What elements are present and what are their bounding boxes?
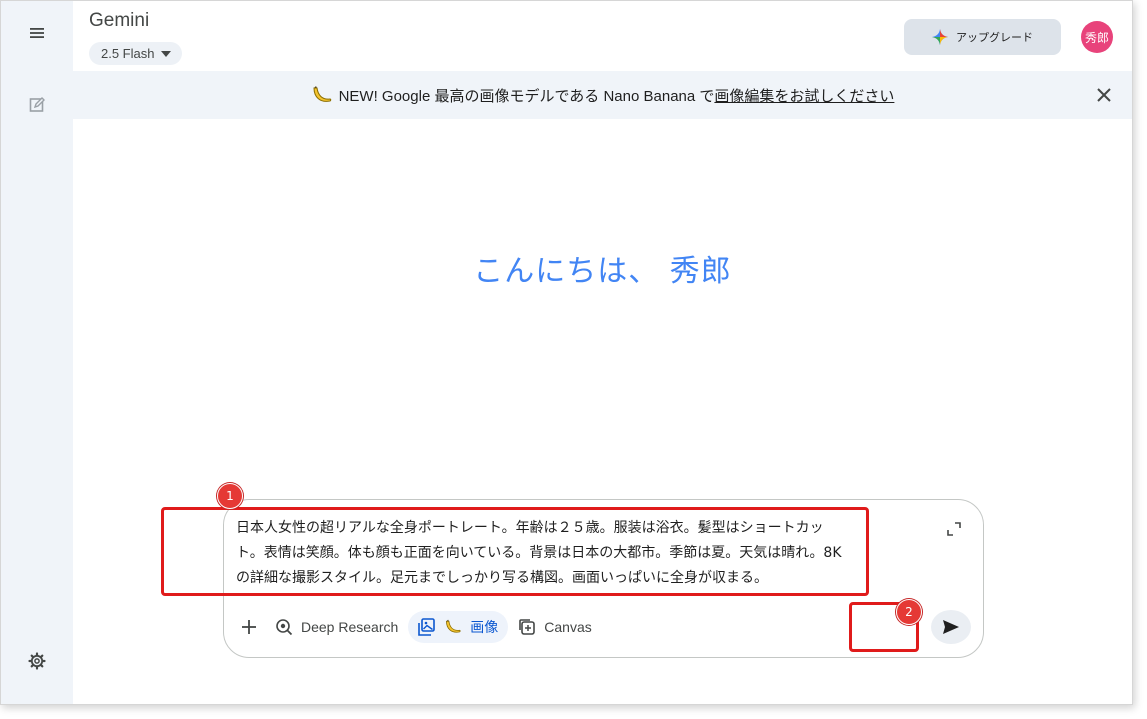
banner-text: NEW! Google 最高の画像モデルである Nano Banana で	[338, 87, 715, 105]
greeting: こんにちは、 秀郎	[473, 254, 732, 289]
canvas-button[interactable]: Canvas	[508, 611, 601, 643]
menu-icon	[30, 28, 44, 38]
settings-button[interactable]	[21, 645, 53, 677]
prompt-input[interactable]: 日本人女性の超リアルな全身ポートレート。年齢は２５歳。服装は浴衣。髪型はショート…	[236, 516, 936, 591]
sidebar	[1, 1, 73, 704]
close-icon	[1097, 88, 1111, 102]
banana-icon	[311, 85, 333, 105]
model-label: 2.5 Flash	[101, 46, 155, 61]
image-tool-button[interactable]: 画像	[408, 611, 509, 643]
annotation-badge-2: 2	[896, 599, 922, 625]
prompt-line: 日本人女性の超リアルな全身ポートレート。年齢は２５歳。服装は浴衣。髪型はショート…	[236, 520, 824, 536]
image-icon	[418, 618, 436, 636]
annotation-badge-1: 1	[217, 483, 243, 509]
menu-button[interactable]	[21, 17, 53, 49]
new-chat-icon	[29, 96, 45, 112]
banner-link[interactable]: 画像編集をお試しください	[714, 85, 894, 106]
avatar[interactable]: 秀郎	[1081, 21, 1113, 53]
input-toolbar: Deep Research 画像 Canvas	[233, 611, 602, 643]
image-tool-label: 画像	[470, 619, 499, 635]
settings-icon	[28, 652, 46, 670]
new-chat-button[interactable]	[21, 88, 53, 120]
canvas-label: Canvas	[544, 619, 592, 635]
app-window: Gemini 2.5 Flash アップグレード 秀郎 NEW! Google …	[0, 0, 1133, 705]
banner-close-button[interactable]	[1092, 83, 1116, 107]
prompt-line: の詳細な撮影スタイル。足元までしっかり写る構図。画面いっぱいに全身が収まる。	[236, 570, 768, 586]
prompt-line: ト。表情は笑顔。体も顔も正面を向いている。背景は日本の大都市。季節は夏。天気は晴…	[236, 545, 842, 561]
upgrade-button[interactable]: アップグレード	[904, 19, 1061, 55]
deep-research-button[interactable]: Deep Research	[265, 611, 408, 643]
add-button[interactable]	[233, 611, 265, 643]
gemini-star-icon	[932, 29, 948, 45]
canvas-icon	[519, 619, 536, 635]
send-icon	[943, 620, 959, 634]
model-selector[interactable]: 2.5 Flash	[89, 42, 183, 65]
announcement-banner: NEW! Google 最高の画像モデルである Nano Banana で 画像…	[73, 71, 1132, 119]
send-button[interactable]	[931, 610, 971, 644]
app-title: Gemini	[89, 10, 150, 31]
deep-research-icon	[276, 619, 293, 636]
deep-research-label: Deep Research	[301, 619, 399, 635]
upgrade-label: アップグレード	[956, 31, 1033, 44]
expand-icon[interactable]	[946, 521, 962, 537]
chevron-down-icon	[161, 50, 172, 57]
banana-icon	[446, 619, 461, 633]
main-area: Gemini 2.5 Flash アップグレード 秀郎 NEW! Google …	[73, 1, 1132, 704]
plus-icon	[242, 620, 256, 634]
